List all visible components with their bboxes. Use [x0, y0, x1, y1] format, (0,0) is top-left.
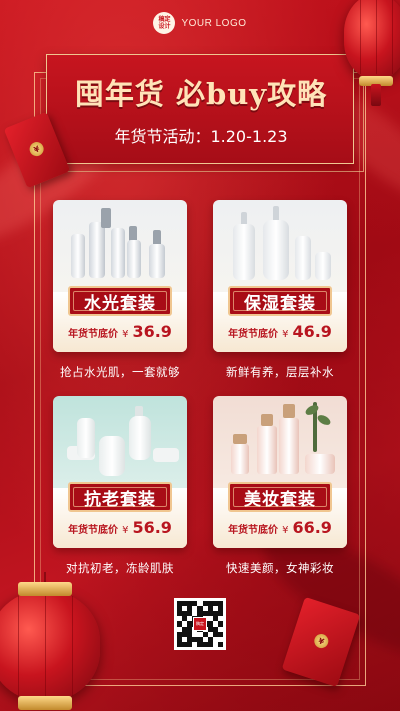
price-row: 年货节底价 ¥ 66.9	[213, 518, 347, 537]
bottle-shape	[77, 418, 95, 458]
price-value: 46.9	[292, 322, 332, 341]
lantern-rib	[18, 596, 19, 696]
currency-symbol: ¥	[122, 329, 129, 340]
product-name-box: 抗老套装	[68, 482, 172, 512]
product-description: 对抗初老，冻龄肌肤	[66, 561, 174, 575]
price-label: 年货节底价	[228, 525, 279, 536]
jar-shape	[153, 448, 179, 462]
envelope-seal: ¥	[27, 139, 46, 159]
bottle-shape	[89, 222, 105, 278]
bottle-shape	[129, 416, 151, 460]
lantern-icon	[0, 582, 100, 710]
product-card[interactable]: 保湿套装 年货节底价 ¥ 46.9 新鲜有养，层层补水	[213, 200, 347, 379]
lantern-icon	[344, 0, 400, 86]
product-card[interactable]: 水光套装 年货节底价 ¥ 36.9 抢占水光肌，一套就够	[53, 200, 187, 379]
bottle-shape	[295, 236, 311, 280]
price-label: 年货节底价	[68, 329, 119, 340]
lantern-rib	[72, 596, 73, 696]
bottle-cap	[283, 404, 295, 418]
bottle-shape	[279, 418, 299, 474]
qr-center-logo: 稿定	[193, 617, 207, 631]
bottle-cap	[233, 434, 247, 444]
qr-module	[217, 641, 223, 647]
currency-symbol: ¥	[282, 525, 289, 536]
lantern-rib	[392, 0, 393, 74]
price-value: 56.9	[132, 518, 172, 537]
product-description: 快速美颜，女神彩妆	[226, 561, 334, 575]
price-row: 年货节底价 ¥ 56.9	[53, 518, 187, 537]
price-row: 年货节底价 ¥ 46.9	[213, 322, 347, 341]
product-description: 抢占水光肌，一套就够	[60, 365, 180, 379]
jar-shape	[305, 454, 335, 474]
lantern-tassel	[371, 84, 381, 106]
product-name: 抗老套装	[84, 489, 156, 510]
bottle-shape	[315, 252, 331, 280]
page-title: 囤年货 必buy攻略	[74, 77, 328, 111]
qr-code[interactable]: 稿定	[174, 598, 226, 650]
product-name: 美妆套装	[244, 489, 316, 510]
logo-badge-line1: 稿定	[158, 16, 171, 23]
lantern-rib	[360, 0, 361, 74]
bottle-shape	[127, 240, 141, 278]
bottle-shape	[71, 234, 85, 278]
bottle-shape	[111, 228, 125, 278]
currency-symbol: ¥	[122, 525, 129, 536]
product-card[interactable]: 抗老套装 年货节底价 ¥ 56.9 对抗初老，冻龄肌肤	[53, 396, 187, 575]
leaf-shape	[315, 413, 333, 427]
bottle-cap	[101, 208, 111, 228]
logo-text: YOUR LOGO	[181, 17, 247, 29]
price-label: 年货节底价	[228, 329, 279, 340]
price-label: 年货节底价	[68, 525, 119, 536]
product-card[interactable]: 美妆套装 年货节底价 ¥ 66.9 快速美颜，女神彩妆	[213, 396, 347, 575]
bottle-shape	[233, 224, 255, 280]
event-dates: 年货节活动：1.20-1.23	[114, 127, 288, 146]
price-row: 年货节底价 ¥ 36.9	[53, 322, 187, 341]
bottle-cap	[261, 414, 273, 426]
product-description: 新鲜有养，层层补水	[226, 365, 334, 379]
bottle-shape	[99, 436, 125, 476]
poster: 稿定 设计 YOUR LOGO 囤年货 必buy攻略 年货节活动：1.20-1.…	[0, 0, 400, 711]
header-panel: 囤年货 必buy攻略 年货节活动：1.20-1.23	[46, 54, 354, 164]
bottle-shape	[263, 220, 289, 280]
lantern-cap	[18, 696, 72, 710]
product-name-box: 水光套装	[68, 286, 172, 316]
lantern-cap	[18, 582, 72, 596]
product-name: 水光套装	[84, 293, 156, 314]
product-name-box: 保湿套装	[228, 286, 332, 316]
bottle-shape	[257, 426, 277, 474]
price-value: 66.9	[292, 518, 332, 537]
price-value: 36.9	[132, 322, 172, 341]
envelope-seal: ¥	[312, 632, 331, 650]
logo-badge: 稿定 设计	[153, 12, 176, 34]
lantern-rib	[376, 0, 377, 74]
logo-badge-line2: 设计	[158, 23, 171, 30]
product-name: 保湿套装	[244, 293, 316, 314]
lantern-rib	[45, 596, 46, 696]
bottle-shape	[149, 244, 165, 278]
currency-symbol: ¥	[282, 329, 289, 340]
product-name-box: 美妆套装	[228, 482, 332, 512]
bottle-shape	[231, 444, 249, 474]
logo: 稿定 设计 YOUR LOGO	[0, 12, 400, 34]
